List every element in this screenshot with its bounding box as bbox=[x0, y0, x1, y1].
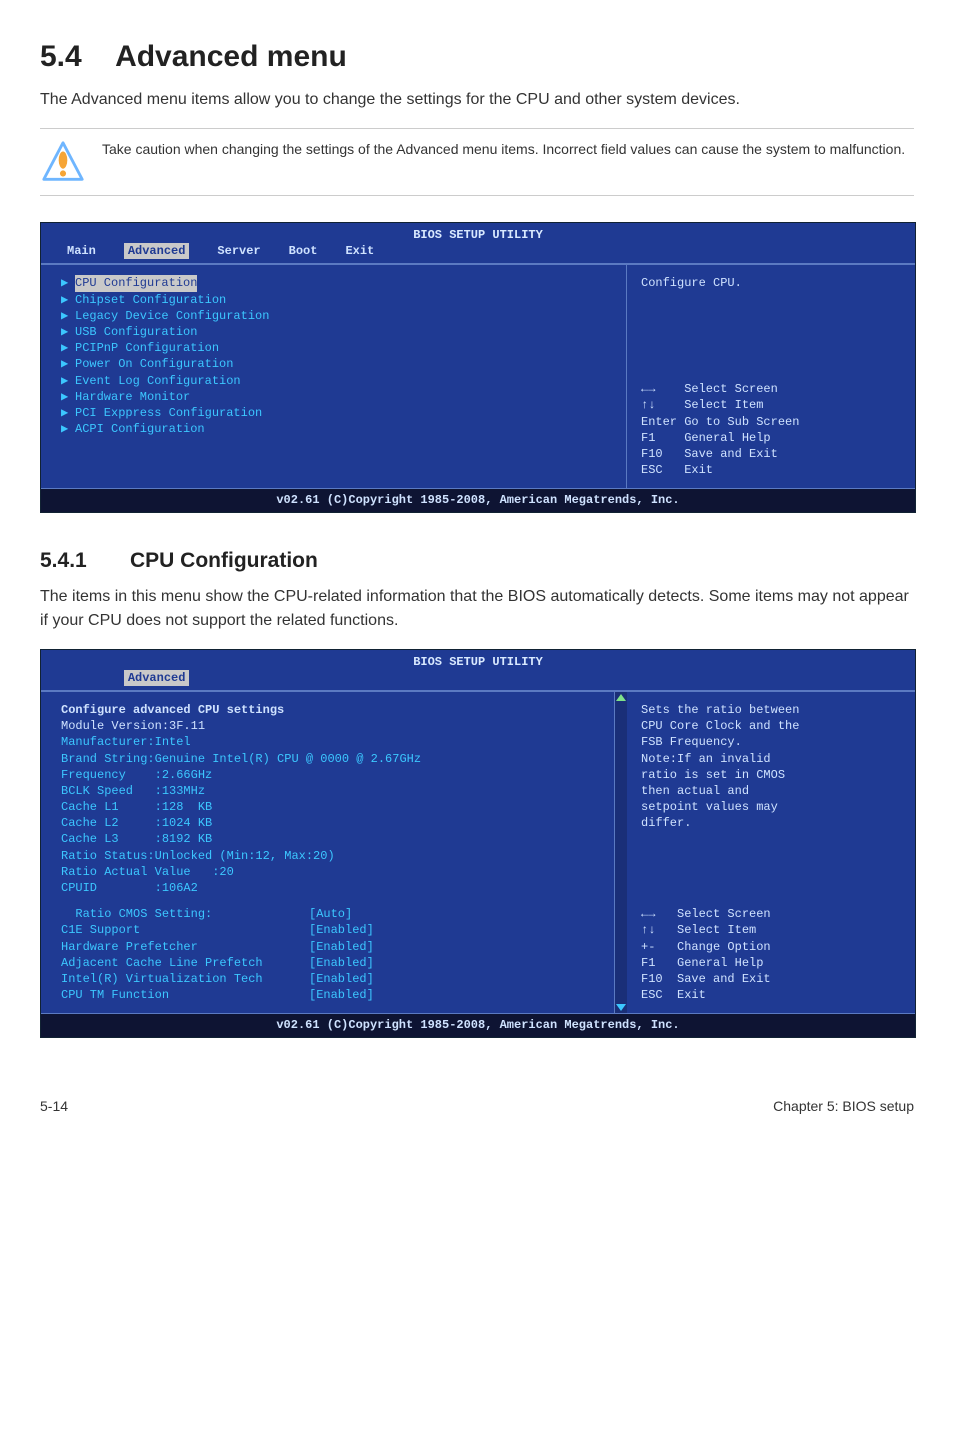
bios1-item-usb-configuration[interactable]: ▶USB Configuration bbox=[61, 324, 606, 340]
bios1-menu-server[interactable]: Server bbox=[217, 243, 260, 259]
bios1-item-acpi-configuration[interactable]: ▶ACPI Configuration bbox=[61, 421, 606, 437]
scroll-up-icon bbox=[616, 694, 626, 701]
bios2-title: BIOS SETUP UTILITY bbox=[41, 650, 915, 670]
caution-icon bbox=[40, 139, 86, 185]
bios2-info-brand-string: Brand String:Genuine Intel(R) CPU @ 0000… bbox=[61, 751, 594, 767]
bios2-menu-advanced[interactable]: Advanced bbox=[124, 670, 190, 686]
bios2-footer: v02.61 (C)Copyright 1985-2008, American … bbox=[41, 1013, 915, 1036]
bios1-item-power-on-configuration[interactable]: ▶Power On Configuration bbox=[61, 356, 606, 372]
caution-callout: Take caution when changing the settings … bbox=[40, 128, 914, 196]
bios1-menubar: Main Advanced Server Boot Exit bbox=[41, 243, 915, 264]
bios2-keys-help: ←→ Select Screen ↑↓ Select Item +- Chang… bbox=[641, 906, 901, 1003]
bios2-setting-cpu-tm-function[interactable]: CPU TM Function[Enabled] bbox=[61, 987, 594, 1003]
bios1-item-cpu-configuration[interactable]: ▶CPU Configuration bbox=[61, 275, 606, 291]
subsection-number: 5.4.1 bbox=[40, 549, 130, 573]
bios1-item-pci-express-configuration[interactable]: ▶PCI Exppress Configuration bbox=[61, 405, 606, 421]
bios1-menu-exit[interactable]: Exit bbox=[345, 243, 374, 259]
bios1-item-event-log-configuration[interactable]: ▶Event Log Configuration bbox=[61, 373, 606, 389]
bios1-keys-help: ←→ Select Screen ↑↓ Select Item Enter Go… bbox=[641, 381, 901, 478]
caution-text: Take caution when changing the settings … bbox=[102, 139, 905, 160]
bios2-help-text: Sets the ratio between CPU Core Clock an… bbox=[641, 702, 901, 832]
bios2-info-ratio-status: Ratio Status:Unlocked (Min:12, Max:20) bbox=[61, 848, 594, 864]
chapter-label: Chapter 5: BIOS setup bbox=[773, 1098, 914, 1114]
bios2-setting-adjacent-cache-line-prefetch[interactable]: Adjacent Cache Line Prefetch[Enabled] bbox=[61, 955, 594, 971]
section-number: 5.4 bbox=[40, 40, 82, 73]
bios2-right-pane: Sets the ratio between CPU Core Clock an… bbox=[627, 691, 915, 1013]
bios1-help-text: Configure CPU. bbox=[641, 275, 901, 291]
bios1-menu-boot[interactable]: Boot bbox=[289, 243, 318, 259]
bios2-info-cpuid: CPUID :106A2 bbox=[61, 880, 594, 896]
bios1-footer: v02.61 (C)Copyright 1985-2008, American … bbox=[41, 488, 915, 511]
bios2-setting-intel-virtualization-tech[interactable]: Intel(R) Virtualization Tech[Enabled] bbox=[61, 971, 594, 987]
bios1-menu-advanced[interactable]: Advanced bbox=[124, 243, 190, 259]
bios2-info-cache-l2: Cache L2 :1024 KB bbox=[61, 815, 594, 831]
bios2-info-frequency: Frequency :2.66GHz bbox=[61, 767, 594, 783]
bios2-info-bclk-speed: BCLK Speed :133MHz bbox=[61, 783, 594, 799]
bios2-setting-hardware-prefetcher[interactable]: Hardware Prefetcher[Enabled] bbox=[61, 939, 594, 955]
bios2-info-ratio-actual: Ratio Actual Value :20 bbox=[61, 864, 594, 880]
bios2-setting-ratio-cmos[interactable]: Ratio CMOS Setting:[Auto] bbox=[61, 906, 594, 922]
bios1-item-chipset-configuration[interactable]: ▶Chipset Configuration bbox=[61, 292, 606, 308]
scroll-down-icon bbox=[616, 1004, 626, 1011]
section-heading: 5.4 Advanced menu bbox=[40, 40, 914, 74]
bios2-left-pane: Configure advanced CPU settings Module V… bbox=[41, 691, 615, 1013]
section-title-text: Advanced menu bbox=[115, 40, 347, 73]
bios1-menu-main[interactable]: Main bbox=[67, 243, 96, 259]
section-lead: The Advanced menu items allow you to cha… bbox=[40, 88, 914, 112]
bios2-setting-c1e-support[interactable]: C1E Support[Enabled] bbox=[61, 922, 594, 938]
subsection-lead: The items in this menu show the CPU-rela… bbox=[40, 585, 914, 633]
bios1-right-pane: Configure CPU. ←→ Select Screen ↑↓ Selec… bbox=[627, 264, 915, 488]
bios2-info-manufacturer: Manufacturer:Intel bbox=[61, 734, 594, 750]
bios2-info-cache-l1: Cache L1 :128 KB bbox=[61, 799, 594, 815]
subsection-heading: 5.4.1CPU Configuration bbox=[40, 549, 914, 573]
bios2-header2: Module Version:3F.11 bbox=[61, 718, 594, 734]
bios2-info-cache-l3: Cache L3 :8192 KB bbox=[61, 831, 594, 847]
bios2-header1: Configure advanced CPU settings bbox=[61, 702, 594, 718]
bios-screenshot-cpu-configuration: BIOS SETUP UTILITY Main Advanced Configu… bbox=[40, 649, 916, 1038]
bios1-item-legacy-device-configuration[interactable]: ▶Legacy Device Configuration bbox=[61, 308, 606, 324]
bios1-item-pcipnp-configuration[interactable]: ▶PCIPnP Configuration bbox=[61, 340, 606, 356]
bios1-item-hardware-monitor[interactable]: ▶Hardware Monitor bbox=[61, 389, 606, 405]
bios-screenshot-advanced-menu: BIOS SETUP UTILITY Main Advanced Server … bbox=[40, 222, 916, 513]
bios1-title: BIOS SETUP UTILITY bbox=[41, 223, 915, 243]
page-number: 5-14 bbox=[40, 1098, 68, 1114]
bios1-left-pane: ▶CPU Configuration ▶Chipset Configuratio… bbox=[41, 264, 627, 488]
bios2-scrollbar[interactable] bbox=[615, 691, 627, 1013]
bios2-menubar: Main Advanced bbox=[41, 670, 915, 691]
page-footer: 5-14 Chapter 5: BIOS setup bbox=[40, 1098, 914, 1114]
subsection-title: CPU Configuration bbox=[130, 549, 318, 572]
